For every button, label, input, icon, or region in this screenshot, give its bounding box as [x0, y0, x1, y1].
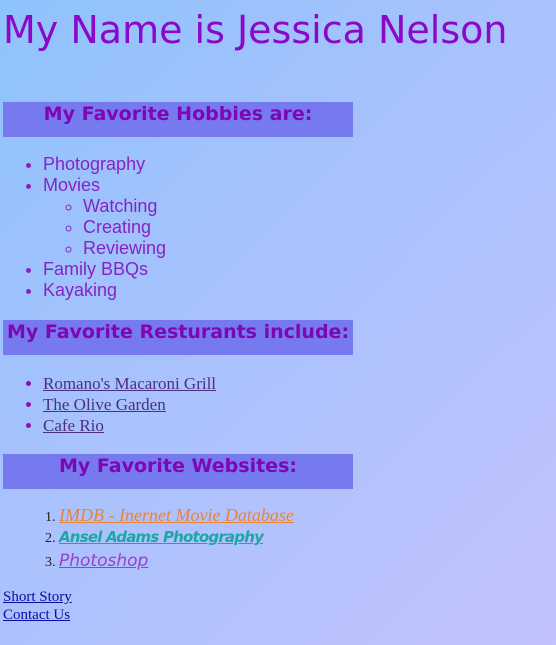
list-item: Photography: [43, 154, 166, 175]
contact-us-link[interactable]: Contact Us: [3, 606, 72, 624]
short-story-link[interactable]: Short Story: [3, 588, 72, 606]
website-link-ansel-adams[interactable]: Ansel Adams Photography: [59, 528, 264, 546]
list-item: Romano's Macaroni Grill: [43, 373, 216, 394]
list-item: Photoshop: [59, 549, 294, 572]
websites-heading: My Favorite Websites:: [3, 454, 353, 489]
list-item: IMDB - Inernet Movie Database: [59, 504, 294, 526]
list-item-label: Movies: [43, 175, 101, 195]
list-item: The Olive Garden: [43, 394, 216, 415]
list-item: Watching: [83, 196, 166, 217]
restaurants-heading: My Favorite Resturants include:: [3, 320, 353, 355]
list-item: Cafe Rio: [43, 415, 216, 436]
footer-links: Short Story Contact Us: [3, 588, 72, 624]
website-link-imdb[interactable]: IMDB - Inernet Movie Database: [59, 505, 294, 525]
hobbies-list: Photography Movies Watching Creating Rev…: [43, 154, 166, 301]
websites-list: IMDB - Inernet Movie Database Ansel Adam…: [59, 504, 294, 572]
list-item: Movies Watching Creating Reviewing: [43, 175, 166, 259]
list-item: Kayaking: [43, 280, 166, 301]
list-item: Reviewing: [83, 238, 166, 259]
list-item: Ansel Adams Photography: [59, 526, 294, 549]
restaurants-list: Romano's Macaroni Grill The Olive Garden…: [43, 373, 216, 436]
restaurant-link-romanos[interactable]: Romano's Macaroni Grill: [43, 374, 216, 393]
page-title: My Name is Jessica Nelson: [3, 8, 508, 52]
list-item: Creating: [83, 217, 166, 238]
website-link-photoshop[interactable]: Photoshop: [59, 551, 148, 571]
movies-sublist: Watching Creating Reviewing: [83, 196, 166, 259]
restaurant-link-cafe-rio[interactable]: Cafe Rio: [43, 416, 104, 435]
list-item: Family BBQs: [43, 259, 166, 280]
restaurant-link-olive-garden[interactable]: The Olive Garden: [43, 395, 166, 414]
hobbies-heading: My Favorite Hobbies are:: [3, 102, 353, 137]
